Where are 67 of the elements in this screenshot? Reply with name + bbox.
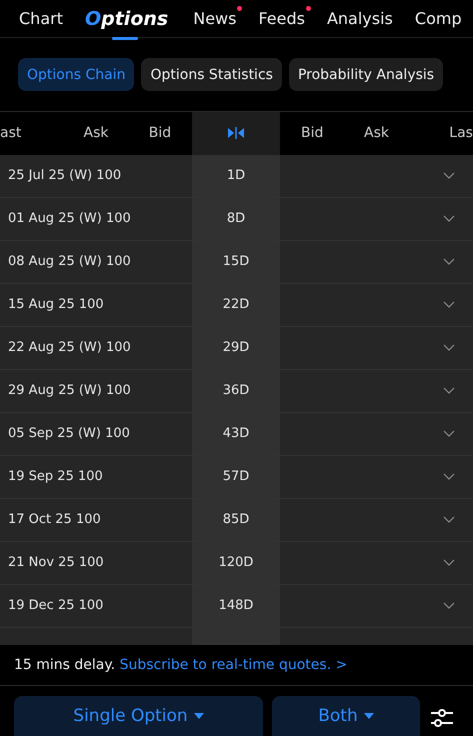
chevron-down-icon[interactable] [443, 344, 455, 352]
column-header: Bid [300, 124, 324, 144]
dropdown-button[interactable]: Both [272, 696, 420, 736]
column-header: Las [448, 124, 473, 144]
days-to-expiry: 36D [222, 383, 250, 398]
expiry-row[interactable]: 05 Sep 25 (W) 100 43D [0, 412, 473, 456]
expiry-date: 15 Aug 25 100 [8, 297, 104, 312]
chevron-down-icon[interactable] [443, 215, 455, 222]
expiry-date: 19 Dec 25 100 [8, 598, 104, 614]
days-to-expiry: 85D [222, 512, 250, 528]
expiry-date: 08 Aug 25 (W) 100 [8, 254, 131, 270]
expiry-date: 01 Aug 25 (W) 100 [8, 211, 131, 226]
days-to-expiry: 29D [222, 340, 250, 356]
days-to-expiry: 1D [226, 168, 246, 184]
expiry-row[interactable]: 21 Nov 25 100 120D [0, 542, 473, 585]
nav-tab[interactable]: Feeds [258, 8, 305, 30]
expiry-row[interactable]: 15 Aug 25 100 22D [0, 284, 473, 327]
days-to-expiry: 22D [222, 297, 250, 312]
column-header: Ask [82, 124, 110, 144]
expiry-date: 22 Aug 25 (W) 100 [8, 340, 131, 356]
dropdown-button[interactable]: Single Option [14, 696, 263, 736]
nav-tab[interactable]: Chart [19, 8, 63, 30]
expiry-row[interactable]: 22 Aug 25 (W) 100 29D [0, 326, 473, 370]
nav-tab[interactable]: Analysis [326, 8, 393, 30]
expiry-row[interactable]: 08 Aug 25 (W) 100 15D [0, 240, 473, 284]
days-to-expiry: 43D [222, 426, 250, 442]
chevron-down-icon[interactable] [443, 258, 455, 266]
column-header: Bid [148, 124, 172, 144]
expiry-row[interactable]: 25 Jul 25 (W) 100 1D [0, 154, 473, 198]
expiry-date: 21 Nov 25 100 [8, 555, 104, 570]
sub-tab[interactable]: Options Chain [18, 58, 134, 92]
expiry-row[interactable]: 29 Aug 25 (W) 100 36D [0, 370, 473, 413]
chevron-down-icon[interactable] [443, 430, 455, 438]
expiry-date: 05 Sep 25 (W) 100 [8, 426, 130, 442]
delay-notice: 15 mins delay. Subscribe to real-time quotes. > [0, 644, 473, 686]
sub-tab[interactable]: Probability Analysis [288, 58, 444, 92]
chevron-down-icon[interactable] [443, 602, 455, 610]
nav-tab[interactable]: Options [84, 6, 172, 32]
caret-icon [364, 713, 374, 720]
sub-tab[interactable]: Options Statistics [141, 58, 282, 92]
caret-icon [194, 713, 204, 720]
expiry-date: 29 Aug 25 (W) 100 [8, 383, 131, 398]
days-to-expiry: 57D [222, 469, 250, 484]
days-to-expiry: 8D [226, 211, 246, 226]
column-header: Ask [363, 124, 390, 144]
column-header: ast [0, 124, 22, 144]
expiry-date: 17 Oct 25 100 [8, 512, 101, 528]
nav-tab[interactable]: Comp [414, 8, 462, 30]
expiry-row[interactable]: 17 Oct 25 100 85D [0, 498, 473, 542]
chevron-down-icon[interactable] [443, 559, 455, 566]
days-to-expiry: 120D [218, 555, 254, 570]
chevron-down-icon[interactable] [443, 172, 455, 180]
days-to-expiry: 148D [218, 598, 254, 614]
expiry-date: 19 Sep 25 100 [8, 469, 103, 484]
expiry-date: 25 Jul 25 (W) 100 [8, 168, 122, 184]
expiry-row[interactable]: 19 Dec 25 100 148D [0, 584, 473, 628]
settings-icon[interactable] [431, 708, 453, 728]
expiry-row[interactable]: 01 Aug 25 (W) 100 8D [0, 198, 473, 241]
chevron-down-icon[interactable] [443, 301, 455, 308]
subscribe-link[interactable]: Subscribe to real-time quotes. > [120, 656, 348, 673]
chevron-down-icon[interactable] [443, 387, 455, 394]
expiry-row[interactable]: 19 Sep 25 100 57D [0, 456, 473, 499]
chevron-down-icon[interactable] [443, 516, 455, 524]
chevron-down-icon[interactable] [443, 473, 455, 480]
days-to-expiry: 15D [222, 254, 250, 270]
collapse-icon [227, 127, 245, 140]
nav-tab[interactable]: News [193, 8, 236, 30]
